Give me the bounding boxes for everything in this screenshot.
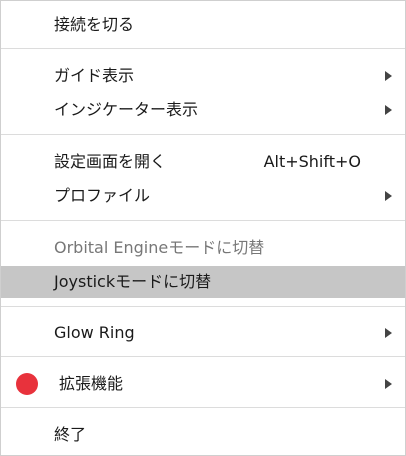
menu-item-label: プロファイル — [54, 186, 151, 205]
menu-item-label: Orbital Engineモードに切替 — [54, 238, 265, 257]
chevron-right-icon — [385, 71, 392, 81]
chevron-right-icon — [385, 191, 392, 201]
menu-separator — [1, 407, 405, 408]
chevron-right-icon — [385, 105, 392, 115]
menu-item-guide-display[interactable]: ガイド表示 — [1, 61, 405, 91]
menu-item-label: ガイド表示 — [54, 66, 135, 85]
menu-item-label: 終了 — [54, 425, 87, 444]
menu-separator — [1, 134, 405, 135]
menu-item-orbital-engine-mode: Orbital Engineモードに切替 — [1, 233, 405, 263]
menu-item-glow-ring[interactable]: Glow Ring — [1, 318, 405, 348]
context-menu: 接続を切る ガイド表示 インジケーター表示 設定画面を開く Alt+Shift+… — [0, 0, 406, 456]
menu-item-label: 設定画面を開く — [54, 152, 167, 171]
red-dot-icon — [16, 373, 38, 395]
menu-separator — [1, 220, 405, 221]
menu-item-label: インジケーター表示 — [54, 100, 199, 119]
menu-item-profile[interactable]: プロファイル — [1, 181, 405, 211]
menu-item-disconnect[interactable]: 接続を切る — [1, 10, 405, 40]
menu-item-indicator-display[interactable]: インジケーター表示 — [1, 95, 405, 125]
menu-item-label: 接続を切る — [54, 15, 135, 34]
menu-separator — [1, 356, 405, 357]
menu-item-label: Joystickモードに切替 — [54, 272, 212, 291]
chevron-right-icon — [385, 328, 392, 338]
menu-item-label: Glow Ring — [54, 323, 135, 342]
menu-item-label: 拡張機能 — [59, 374, 124, 393]
menu-item-joystick-mode[interactable]: Joystickモードに切替 — [1, 266, 405, 298]
menu-item-exit[interactable]: 終了 — [1, 420, 405, 450]
menu-separator — [1, 48, 405, 49]
menu-item-shortcut: Alt+Shift+O — [263, 152, 361, 171]
menu-item-extensions[interactable]: 拡張機能 — [1, 369, 405, 399]
menu-item-open-settings[interactable]: 設定画面を開く Alt+Shift+O — [1, 147, 405, 177]
chevron-right-icon — [385, 379, 392, 389]
menu-separator — [1, 306, 405, 307]
